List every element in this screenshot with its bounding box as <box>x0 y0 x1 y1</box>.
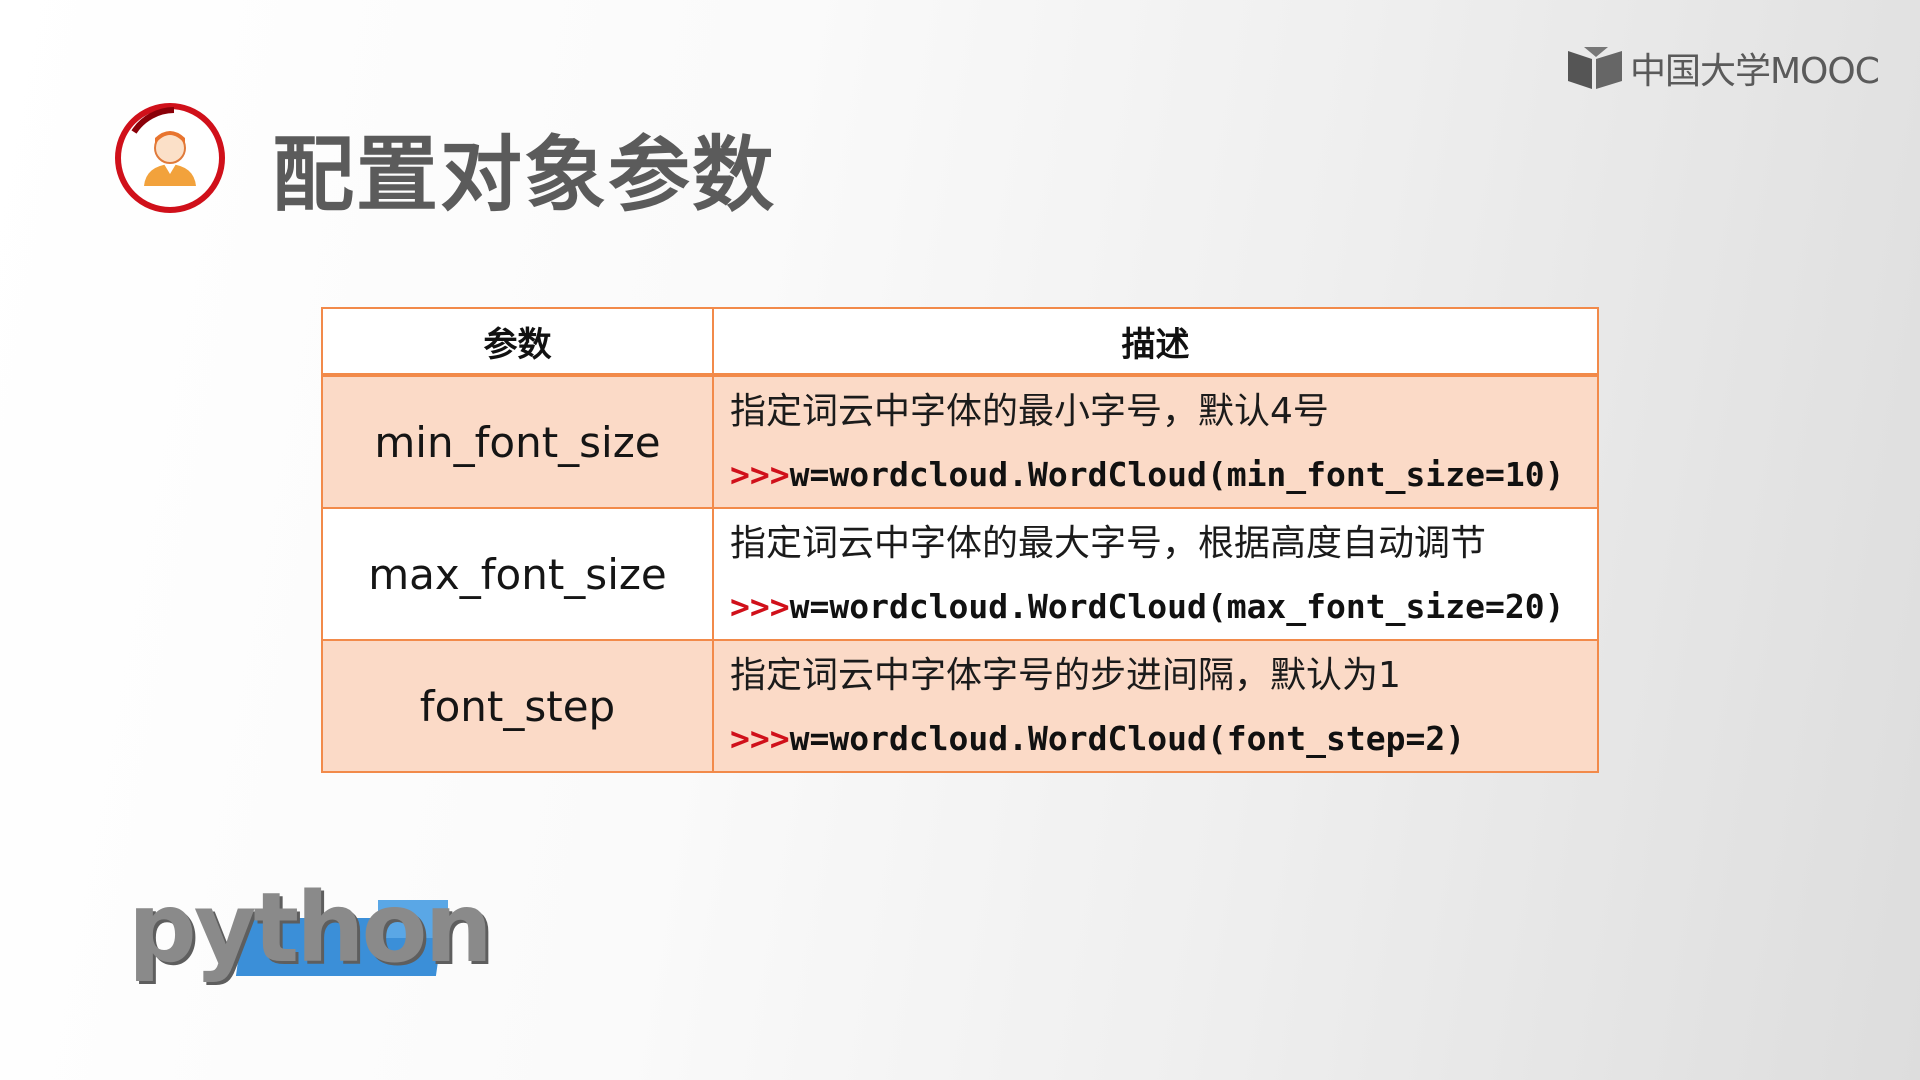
book-icon <box>1568 47 1622 89</box>
param-description-cell: 指定词云中字体的最大字号，根据高度自动调节 >>>w=wordcloud.Wor… <box>712 507 1599 641</box>
code-text: w=wordcloud.WordCloud(font_step=2) <box>789 719 1466 759</box>
code-example: >>>w=wordcloud.WordCloud(font_step=2) <box>730 719 1587 758</box>
header-desc: 描述 <box>712 307 1599 377</box>
mooc-logo-text: 中国大学MOOC <box>1630 51 1880 92</box>
parameter-table: 参数 描述 min_font_size 指定词云中字体的最小字号，默认4号 >>… <box>321 307 1599 773</box>
code-example: >>>w=wordcloud.WordCloud(max_font_size=2… <box>730 587 1587 626</box>
code-prompt: >>> <box>730 719 790 759</box>
code-prompt: >>> <box>730 587 790 627</box>
param-name: max_font_size <box>321 507 714 641</box>
param-description: 指定词云中字体的最大字号，根据高度自动调节 <box>730 522 1487 564</box>
python-logo: python <box>128 872 493 1000</box>
header-param: 参数 <box>321 307 714 377</box>
param-description-cell: 指定词云中字体字号的步进间隔，默认为1 >>>w=wordcloud.WordC… <box>712 639 1599 773</box>
code-text: w=wordcloud.WordCloud(max_font_size=20) <box>789 587 1565 627</box>
code-prompt: >>> <box>730 455 790 495</box>
code-example: >>>w=wordcloud.WordCloud(min_font_size=1… <box>730 455 1587 494</box>
python-logo-text: python <box>128 872 493 984</box>
table-header-row: 参数 描述 <box>321 307 1599 377</box>
user-avatar-icon <box>115 103 225 213</box>
param-description: 指定词云中字体的最小字号，默认4号 <box>730 390 1329 432</box>
param-description-cell: 指定词云中字体的最小字号，默认4号 >>>w=wordcloud.WordClo… <box>712 374 1599 509</box>
code-text: w=wordcloud.WordCloud(min_font_size=10) <box>789 455 1565 495</box>
mooc-logo: 中国大学MOOC <box>1566 42 1880 94</box>
slide-title: 配置对象参数 <box>272 128 777 223</box>
param-name: font_step <box>321 639 714 773</box>
param-description: 指定词云中字体字号的步进间隔，默认为1 <box>730 654 1401 696</box>
table-row: font_step 指定词云中字体字号的步进间隔，默认为1 >>>w=wordc… <box>321 639 1599 773</box>
param-name: min_font_size <box>321 374 714 509</box>
table-row: max_font_size 指定词云中字体的最大字号，根据高度自动调节 >>>w… <box>321 507 1599 641</box>
table-row: min_font_size 指定词云中字体的最小字号，默认4号 >>>w=wor… <box>321 374 1599 509</box>
